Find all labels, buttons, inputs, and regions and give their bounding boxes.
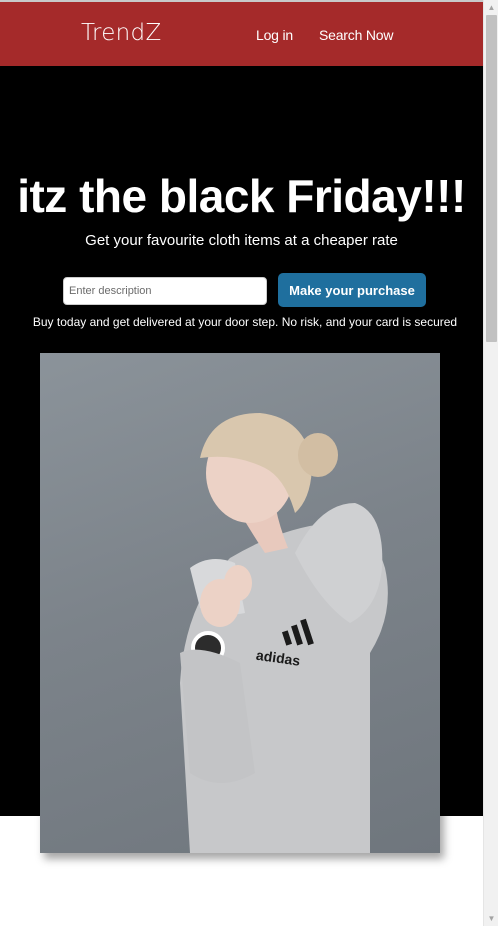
- brand-logo[interactable]: TrendZ: [81, 20, 162, 46]
- hero-subtitle: Get your favourite cloth items at a chea…: [85, 232, 398, 249]
- make-purchase-button[interactable]: Make your purchase: [278, 273, 426, 307]
- nav-link-search-now[interactable]: Search Now: [319, 27, 393, 43]
- page-viewport: TrendZ Log in Search Now itz the black F…: [0, 0, 483, 926]
- description-input[interactable]: [63, 277, 267, 305]
- nav-link-login[interactable]: Log in: [256, 27, 293, 43]
- scroll-down-icon[interactable]: ▼: [484, 911, 498, 926]
- product-photo: adidas: [40, 353, 440, 853]
- scroll-up-icon[interactable]: ▲: [484, 0, 498, 15]
- vertical-scrollbar[interactable]: ▲ ▼: [483, 0, 498, 926]
- hero-note: Buy today and get delivered at your door…: [32, 315, 458, 329]
- navbar: TrendZ Log in Search Now: [0, 0, 483, 66]
- hero-title: itz the black Friday!!!: [17, 170, 466, 222]
- woman-in-hoodie-illustration: adidas: [180, 413, 388, 853]
- scrollbar-thumb[interactable]: [486, 15, 497, 342]
